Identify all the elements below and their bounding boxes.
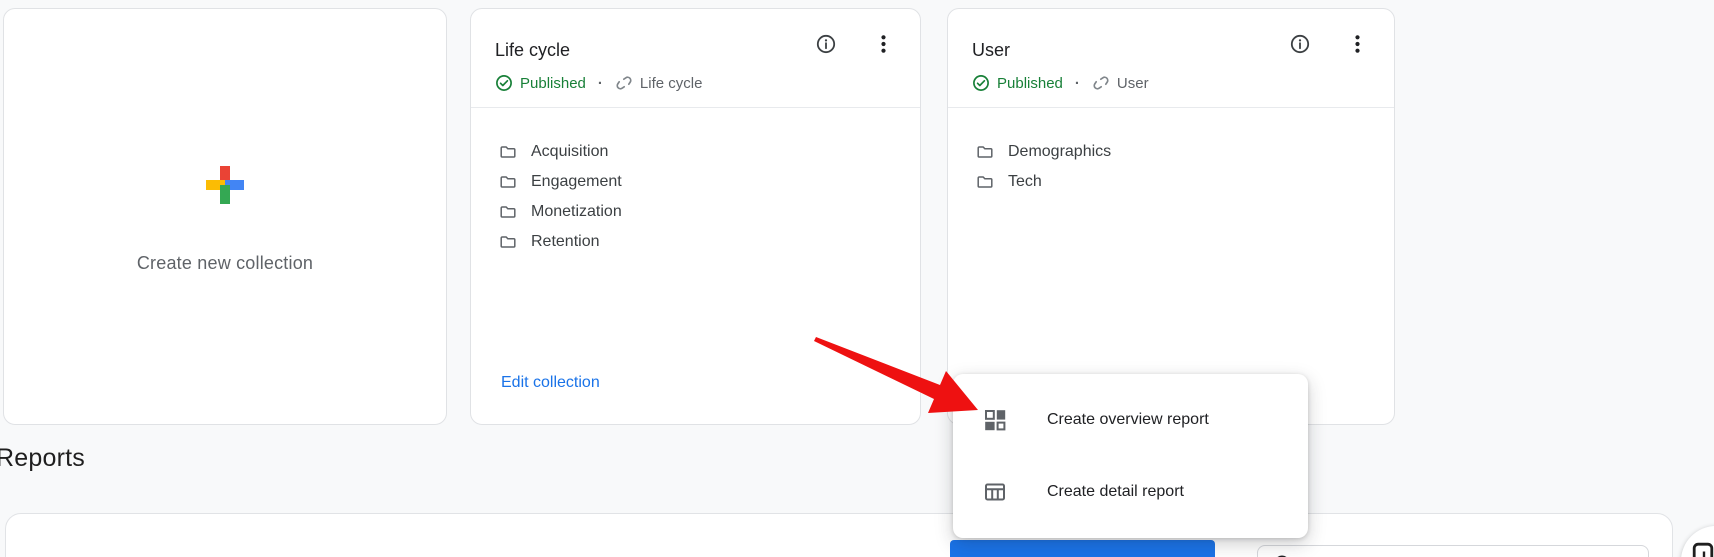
unlink-icon <box>1092 74 1110 92</box>
topic-row: Engagement <box>499 167 920 197</box>
menu-item-label: Create detail report <box>1047 483 1184 501</box>
topics-list: Acquisition Engagement Monetization Rete… <box>471 107 920 257</box>
search-input[interactable] <box>1257 545 1649 557</box>
collection-card-life-cycle: Life cycle Published · Life cycle <box>470 8 921 425</box>
unlink-icon <box>615 74 633 92</box>
menu-item-create-detail-report[interactable]: Create detail report <box>953 456 1308 528</box>
status-separator-dot: · <box>1075 75 1080 92</box>
topic-row: Retention <box>499 227 920 257</box>
collection-status-row: Published · Life cycle <box>495 74 702 92</box>
menu-item-create-overview-report[interactable]: Create overview report <box>953 384 1308 456</box>
create-report-menu: Create overview report Create detail rep… <box>953 374 1308 538</box>
folder-icon <box>976 143 994 161</box>
topic-row: Tech <box>976 167 1394 197</box>
folder-icon <box>499 203 517 221</box>
reports-heading: Reports <box>0 444 85 473</box>
create-new-report-button[interactable] <box>950 540 1215 557</box>
topic-row: Acquisition <box>499 137 920 167</box>
linked-collection-name: User <box>1117 75 1149 92</box>
published-check-icon <box>972 74 990 92</box>
analytics-library-page: Create new collection Life cycle Publish… <box>0 0 1714 557</box>
create-new-collection-card[interactable]: Create new collection <box>3 8 447 425</box>
folder-icon <box>976 173 994 191</box>
published-check-icon <box>495 74 513 92</box>
topics-list: Demographics Tech <box>948 107 1394 197</box>
card-header: Life cycle Published · Life cycle <box>471 9 920 108</box>
search-icon <box>1272 552 1292 557</box>
card-header: User Published · User <box>948 9 1394 108</box>
folder-icon <box>499 143 517 161</box>
linked-collection-name: Life cycle <box>640 75 703 92</box>
google-plus-icon <box>206 166 244 204</box>
folder-icon <box>499 173 517 191</box>
info-icon[interactable] <box>816 34 836 54</box>
info-icon[interactable] <box>1290 34 1310 54</box>
published-status: Published <box>520 75 586 92</box>
status-separator-dot: · <box>598 75 603 92</box>
create-new-collection-label: Create new collection <box>4 253 446 274</box>
feedback-button[interactable] <box>1681 526 1714 557</box>
overview-report-icon <box>983 408 1007 432</box>
folder-icon <box>499 233 517 251</box>
menu-item-label: Create overview report <box>1047 411 1209 429</box>
collection-title: Life cycle <box>495 40 570 61</box>
topic-row: Demographics <box>976 137 1394 167</box>
feedback-window-icon <box>1692 542 1714 557</box>
more-options-kebab-icon[interactable] <box>879 35 887 53</box>
collection-status-row: Published · User <box>972 74 1149 92</box>
collection-card-user: User Published · User <box>947 8 1395 425</box>
published-status: Published <box>997 75 1063 92</box>
detail-report-icon <box>983 480 1007 504</box>
edit-collection-link[interactable]: Edit collection <box>501 374 600 392</box>
topic-row: Monetization <box>499 197 920 227</box>
collection-title: User <box>972 40 1010 61</box>
more-options-kebab-icon[interactable] <box>1353 35 1361 53</box>
